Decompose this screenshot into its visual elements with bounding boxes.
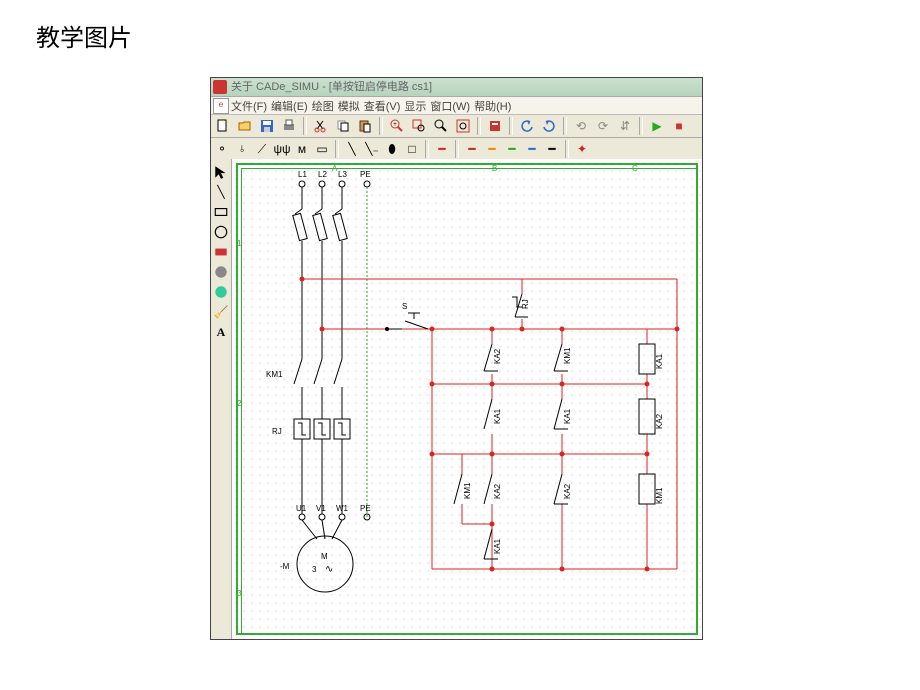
fill-circle2-tool[interactable] [212,283,230,301]
circle-tool[interactable] [212,223,230,241]
svg-text:KA2: KA2 [563,483,572,499]
zoom-window-button[interactable] [409,116,429,136]
svg-text:∿: ∿ [325,564,333,575]
svg-text:L2: L2 [318,170,327,179]
titlebar: 关于 CADe_SIMU - [单按钮启停电路 cs1] [211,78,702,97]
library-button[interactable] [485,116,505,136]
svg-text:L1: L1 [298,170,307,179]
pointer-tool[interactable] [212,163,230,181]
svg-text:M: M [321,552,328,561]
rotate-right-button[interactable]: ⟳ [593,116,613,136]
svg-text:KA1: KA1 [493,538,502,554]
cut-button[interactable] [311,116,331,136]
pushbutton-tool[interactable]: ⬮ [383,140,401,158]
new-button[interactable] [213,116,233,136]
contact-nc-tool[interactable]: ╲₋ [363,140,381,158]
app-window: 关于 CADe_SIMU - [单按钮启停电路 cs1] e 文件(F) 编辑(… [210,77,703,640]
wire-green-tool[interactable]: ━ [503,140,521,158]
motor-tool[interactable]: ᴍ [293,140,311,158]
rect-tool[interactable] [212,203,230,221]
menubar: e 文件(F) 编辑(E) 绘图 模拟 查看(V) 显示 窗口(W) 帮助(H) [211,97,702,115]
contact-no-tool[interactable]: ╲ [343,140,361,158]
rotate-left-button[interactable]: ⟲ [571,116,591,136]
svg-text:KA2: KA2 [493,348,502,364]
svg-text:KM1: KM1 [463,482,472,499]
wire-red2-tool[interactable]: ━ [463,140,481,158]
svg-text:KA1: KA1 [655,353,664,369]
svg-text:W1: W1 [336,504,349,513]
svg-text:KM1: KM1 [266,370,283,379]
line-tool[interactable]: ╲ [212,183,230,201]
menu-draw[interactable]: 绘图 [312,98,334,114]
app-icon [213,80,227,94]
menu-file[interactable]: 文件(F) [231,98,267,114]
zoom-out-button[interactable] [431,116,451,136]
schematic-svg: L1 L2 L3 PE [232,159,702,639]
svg-text:KA1: KA1 [563,408,572,424]
svg-text:RJ: RJ [272,427,282,436]
open-button[interactable] [235,116,255,136]
wire-blue-tool[interactable]: ━ [523,140,541,158]
svg-text:KA2: KA2 [655,413,664,429]
menu-display[interactable]: 显示 [404,98,426,114]
vertical-toolbar: ╲ 🧹 A [211,159,232,639]
toolbar-main: + ⟲ ⟳ ⇵ ▶ ■ [211,115,702,138]
contactor-tool[interactable]: ψψ [273,140,291,158]
wire-black-tool[interactable]: ━ [543,140,561,158]
menu-sim[interactable]: 模拟 [338,98,360,114]
svg-text:KA2: KA2 [493,483,502,499]
print-button[interactable] [279,116,299,136]
supply-tool[interactable]: ⚬ [213,140,231,158]
svg-text:KA1: KA1 [493,408,502,424]
doc-icon: e [213,98,229,114]
svg-text:3: 3 [312,565,317,574]
menu-view[interactable]: 查看(V) [364,98,401,114]
svg-text:U1: U1 [296,504,307,513]
undo-button[interactable] [517,116,537,136]
fill-circle-tool[interactable] [212,263,230,281]
svg-text:-M: -M [280,562,290,571]
coil-tool[interactable]: □ [403,140,421,158]
drawing-canvas[interactable]: A B C 1 2 3 L1 L2 L3 PE [232,159,702,639]
menu-window[interactable]: 窗口(W) [430,98,470,114]
zoom-fit-button[interactable] [453,116,473,136]
copy-button[interactable] [333,116,353,136]
svg-text:V1: V1 [316,504,326,513]
switch-tool[interactable]: ⟋ [253,140,271,158]
flip-button[interactable]: ⇵ [615,116,635,136]
svg-text:PE: PE [360,170,371,179]
stop-button[interactable]: ■ [669,116,689,136]
clear-tool[interactable]: 🧹 [212,303,230,321]
run-button[interactable]: ▶ [647,116,667,136]
svg-text:+: + [393,122,397,128]
fill-rect-tool[interactable] [212,243,230,261]
toolbar-components: ⚬ ⫰ ⟋ ψψ ᴍ ▭ ╲ ╲₋ ⬮ □ ━ ━ ━ ━ ━ ━ ✦ [211,138,702,161]
svg-text:L3: L3 [338,170,347,179]
relay-tool[interactable]: ▭ [313,140,331,158]
node-tool[interactable]: ✦ [573,140,591,158]
save-button[interactable] [257,116,277,136]
page-title: 教学图片 [0,0,920,53]
wire-red-tool[interactable]: ━ [433,140,451,158]
menu-edit[interactable]: 编辑(E) [271,98,308,114]
window-title: 关于 CADe_SIMU - [单按钮启停电路 cs1] [231,81,432,93]
wire-orange-tool[interactable]: ━ [483,140,501,158]
text-tool[interactable]: A [212,323,230,341]
svg-text:KM1: KM1 [563,347,572,364]
fuse-tool[interactable]: ⫰ [233,140,251,158]
svg-text:KM1: KM1 [655,487,664,504]
svg-text:PE: PE [360,504,371,513]
menu-help[interactable]: 帮助(H) [474,98,511,114]
redo-button[interactable] [539,116,559,136]
svg-text:RJ: RJ [521,299,530,309]
paste-button[interactable] [355,116,375,136]
zoom-in-button[interactable]: + [387,116,407,136]
svg-text:S: S [402,302,407,311]
